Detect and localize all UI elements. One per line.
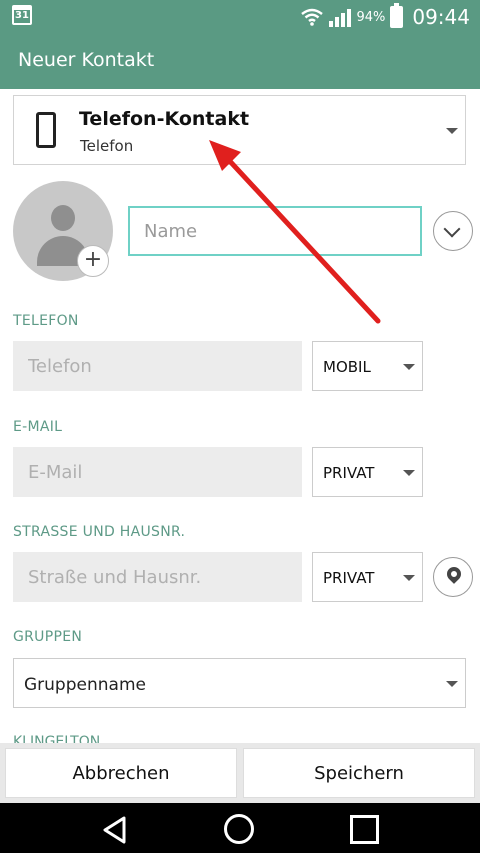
address-input[interactable]: [13, 552, 302, 602]
email-section-label: E-MAIL: [13, 419, 63, 435]
dropdown-arrow-icon: [446, 681, 458, 687]
phone-type-select[interactable]: MOBIL: [312, 341, 423, 391]
clock: 09:44: [412, 5, 470, 29]
phone-input[interactable]: [13, 341, 302, 391]
dropdown-arrow-icon: [403, 470, 415, 476]
account-selector[interactable]: Telefon-Kontakt Telefon: [13, 95, 466, 165]
name-input[interactable]: [128, 206, 422, 256]
calendar-day: 31: [15, 10, 29, 21]
status-bar: 31 94% 09:44: [0, 0, 480, 33]
back-icon[interactable]: [102, 816, 128, 844]
dropdown-arrow-icon: [446, 128, 458, 134]
address-type-label: PRIVAT: [323, 569, 375, 587]
cancel-button[interactable]: Abbrechen: [5, 748, 237, 798]
phone-section-label: TELEFON: [13, 313, 79, 329]
groups-section-label: GRUPPEN: [13, 629, 83, 645]
recent-apps-icon[interactable]: [350, 815, 379, 844]
save-button[interactable]: Speichern: [243, 748, 475, 798]
account-subtitle: Telefon: [80, 137, 134, 155]
wifi-icon: [301, 8, 324, 26]
group-select[interactable]: Gruppenname: [13, 658, 466, 708]
phone-icon: [36, 112, 56, 148]
home-icon[interactable]: [224, 814, 254, 844]
action-bar: Abbrechen Speichern: [0, 743, 480, 803]
signal-icon: [329, 7, 352, 27]
status-icons: 94% 09:44: [300, 3, 470, 31]
chevron-down-icon: [443, 220, 461, 238]
phone-type-label: MOBIL: [323, 358, 371, 376]
app-bar: Neuer Kontakt: [0, 33, 480, 89]
person-icon: [51, 205, 75, 231]
dropdown-arrow-icon: [403, 364, 415, 370]
page-title: Neuer Kontakt: [18, 49, 155, 71]
email-type-label: PRIVAT: [323, 464, 375, 482]
location-button[interactable]: [433, 557, 473, 597]
address-section-label: STRASSE UND HAUSNR.: [13, 524, 186, 540]
group-name-label: Gruppenname: [24, 675, 146, 695]
battery-icon: [390, 3, 404, 28]
dropdown-arrow-icon: [403, 575, 415, 581]
location-pin-icon: [444, 564, 464, 584]
navigation-bar: [0, 803, 480, 853]
email-type-select[interactable]: PRIVAT: [312, 447, 423, 497]
battery-percent: 94%: [356, 9, 386, 25]
calendar-icon: 31: [12, 5, 32, 25]
expand-name-button[interactable]: [433, 211, 473, 251]
address-type-select[interactable]: PRIVAT: [312, 552, 423, 602]
add-photo-button[interactable]: +: [77, 245, 109, 277]
email-input[interactable]: [13, 447, 302, 497]
account-title: Telefon-Kontakt: [79, 108, 250, 130]
